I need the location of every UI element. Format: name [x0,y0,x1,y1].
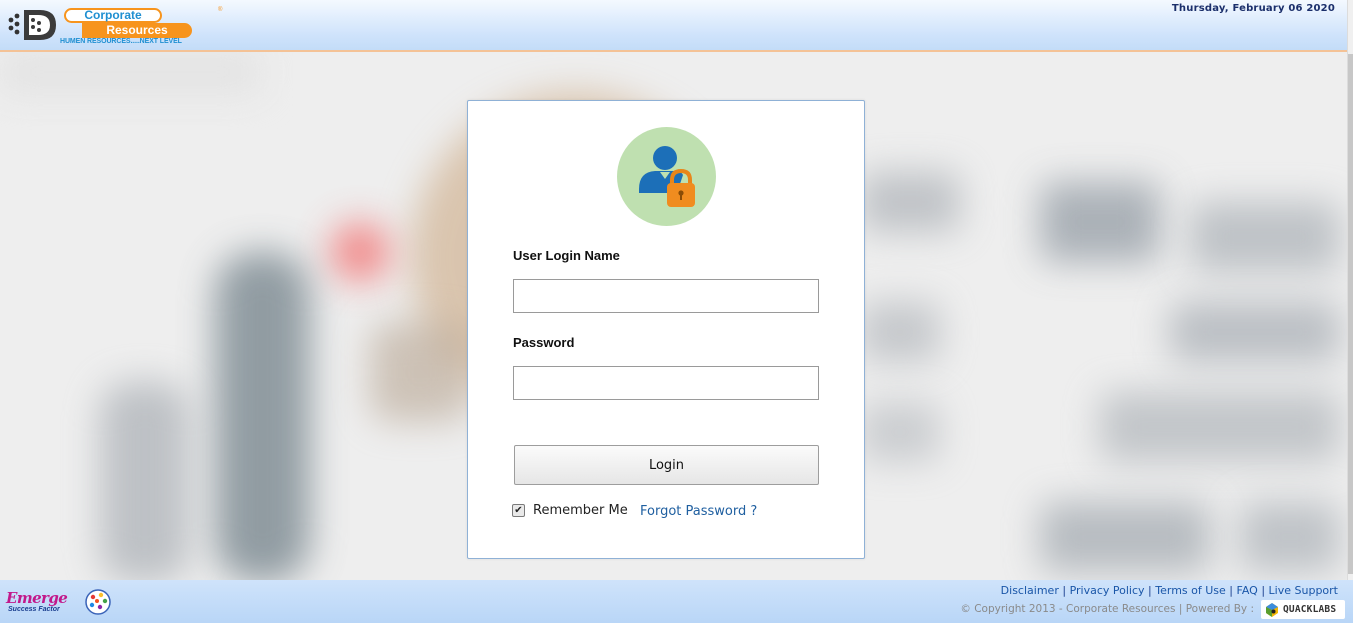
login-panel: User Login Name Password Login ✔ Remembe… [467,100,865,559]
quacklabs-logo[interactable]: QUACKLABS [1261,600,1345,619]
link-separator: | [1229,584,1234,597]
disclaimer-link[interactable]: Disclaimer [1001,584,1059,597]
password-input[interactable] [513,366,819,400]
remember-me-label[interactable]: Remember Me [533,503,628,518]
emerge-name: Emerge [6,589,68,607]
current-date: Thursday, February 06 2020 [1171,3,1335,14]
checkmark-icon: ✔ [514,504,523,516]
logo-mark-icon [8,10,56,40]
remember-me: ✔ Remember Me [512,503,628,518]
login-button[interactable]: Login [514,445,819,485]
faq-link[interactable]: FAQ [1237,584,1258,597]
scrollbar-thumb[interactable] [1348,54,1353,574]
privacy-policy-link[interactable]: Privacy Policy [1070,584,1145,597]
emerge-logo[interactable]: Emerge Success Factor [6,588,118,618]
logo-brand-bottom: Resources [82,23,192,38]
globe-icon [85,589,111,615]
terms-of-use-link[interactable]: Terms of Use [1155,584,1226,597]
forgot-password-link[interactable]: Forgot Password ? [640,504,757,519]
logo-brand-top: Corporate [64,8,162,23]
link-separator: | [1148,584,1152,597]
page-header: Corporate Resources ® HUMEN RESOURCES...… [0,0,1347,52]
logo-wordmark: Corporate Resources ® [64,7,222,38]
username-label: User Login Name [513,248,620,263]
footer-links: Disclaimer | Privacy Policy | Terms of U… [1001,584,1338,597]
link-separator: | [1261,584,1266,597]
link-separator: | [1062,584,1067,597]
vertical-scrollbar[interactable] [1347,0,1353,580]
user-lock-icon [617,127,716,226]
corporate-resources-logo[interactable]: Corporate Resources ® HUMEN RESOURCES...… [6,4,222,48]
username-input[interactable] [513,279,819,313]
emerge-tagline: Success Factor [8,606,60,613]
powered-by: Powered By : [1185,603,1254,615]
quacklabs-name: QUACKLABS [1283,604,1337,615]
page-footer: Emerge Success Factor Disclaimer | Priva… [0,580,1353,623]
copyright-text: © Copyright 2013 - Corporate Resources |… [960,603,1254,615]
copyright-separator: | [1178,603,1183,615]
quacklabs-icon [1266,602,1278,617]
registered-mark: ® [218,7,223,13]
live-support-link[interactable]: Live Support [1269,584,1338,597]
copyright: © Copyright 2013 - Corporate Resources [960,603,1176,615]
remember-me-checkbox[interactable]: ✔ [512,504,525,517]
logo-tagline: HUMEN RESOURCES.....NEXT LEVEL [60,38,182,45]
password-label: Password [513,335,575,350]
